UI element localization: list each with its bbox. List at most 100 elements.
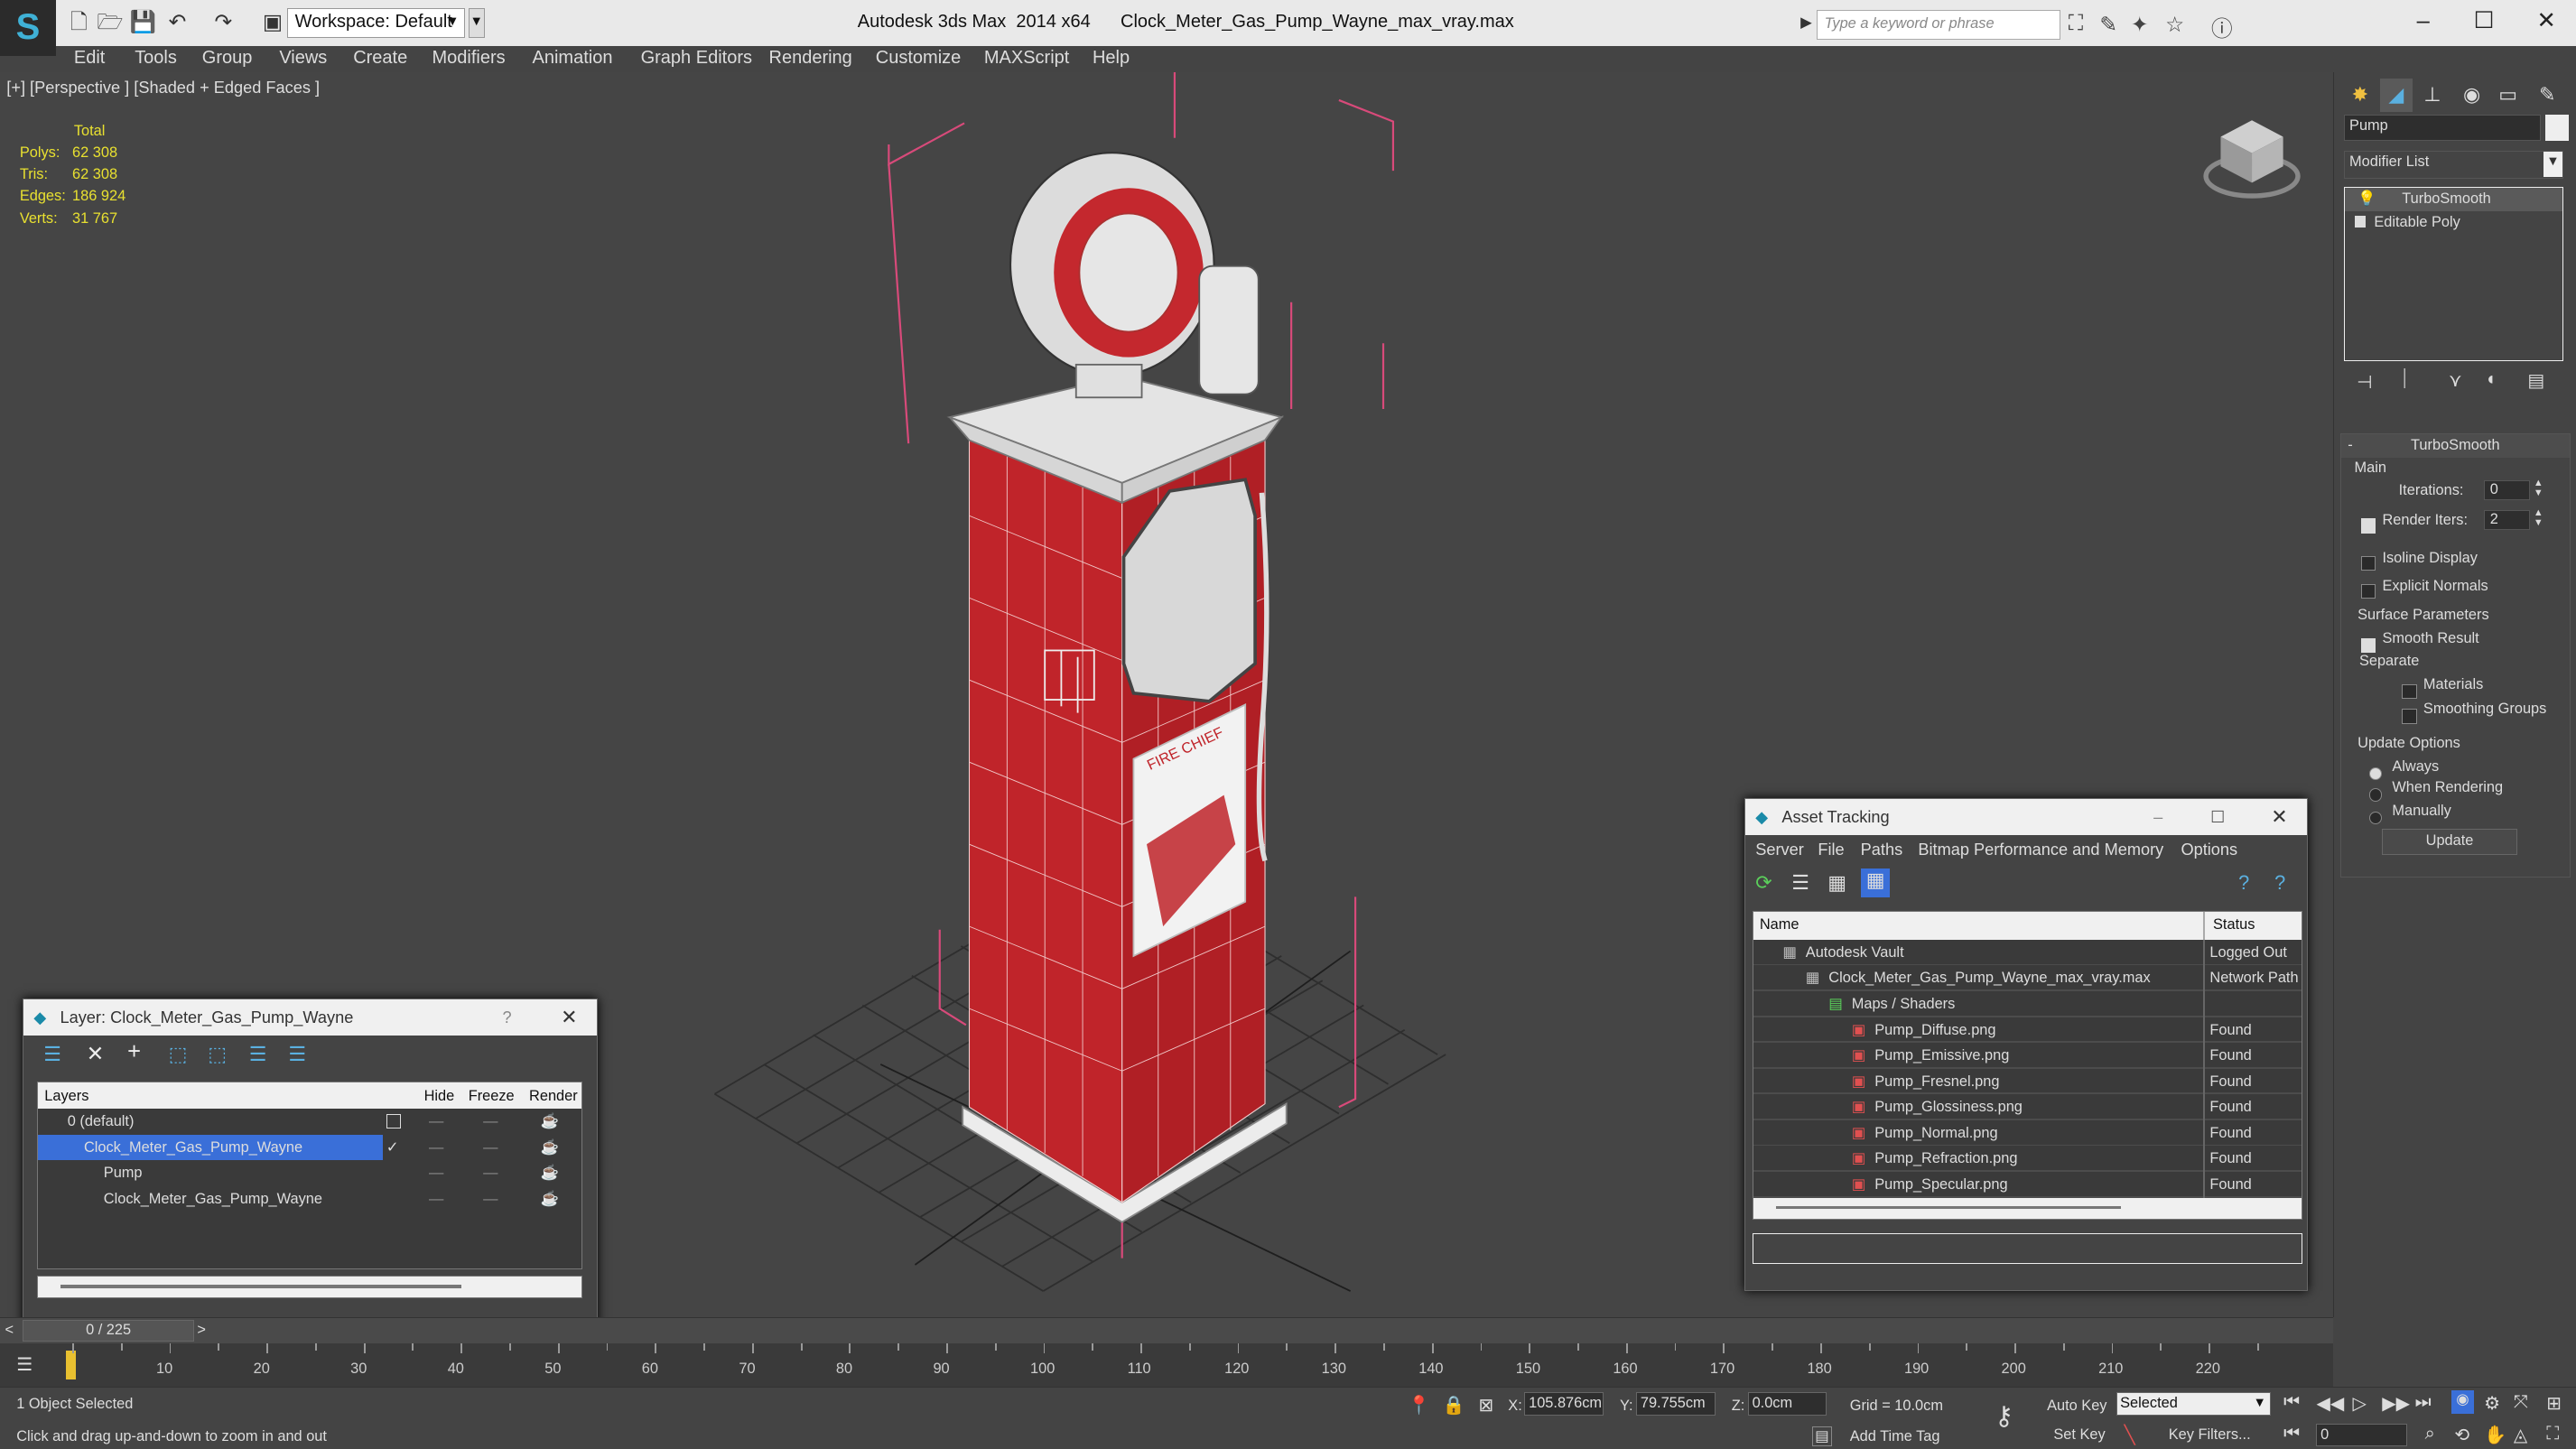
render-teapot-icon[interactable]: ☕ [541, 1160, 559, 1186]
field-of-view-icon[interactable]: ◬ [2514, 1424, 2527, 1446]
render-teapot-icon[interactable]: ☕ [541, 1186, 559, 1212]
smoothing-groups-checkbox[interactable] [2402, 701, 2417, 730]
modifier-list-dropdown[interactable]: Modifier List ▼ [2343, 151, 2564, 180]
close-icon[interactable]: ✕ [561, 999, 577, 1036]
pan-icon[interactable]: ✋ [2484, 1424, 2506, 1446]
asset-path-field[interactable] [1752, 1232, 2303, 1265]
layer-dialog-titlebar[interactable]: ◆ Layer: Clock_Meter_Gas_Pump_Wayne ? ✕ [23, 999, 598, 1036]
auto-key-button[interactable]: Auto Key [2047, 1398, 2106, 1415]
menu-maxscript[interactable]: MAXScript [984, 48, 1069, 69]
asset-row[interactable]: ▦ Autodesk Vault Logged Out [1753, 940, 2302, 966]
asset-row[interactable]: ▣ Pump_Glossiness.png Found [1753, 1094, 2302, 1120]
z-coordinate-field[interactable]: 0.0cm [1747, 1392, 1827, 1416]
horizontal-scrollbar[interactable] [37, 1275, 583, 1299]
set-key-button[interactable]: Set Key [2053, 1426, 2105, 1444]
hide-toggle[interactable]: — [429, 1160, 443, 1186]
help-icon[interactable]: ? [2238, 871, 2249, 895]
goto-start-icon[interactable]: ⏮ [2283, 1392, 2300, 1413]
subscription-icon[interactable]: ✎ [2099, 12, 2117, 38]
scrollbar-thumb[interactable] [60, 1285, 462, 1288]
col-status[interactable]: Status [2213, 916, 2255, 933]
highlight-layer-icon[interactable]: ⬚ [208, 1043, 227, 1066]
object-name-field[interactable]: Pump [2343, 115, 2541, 142]
redo-icon[interactable]: ↷ [210, 10, 237, 36]
table-view-icon[interactable]: ▦ [1860, 868, 1891, 898]
freeze-toggle[interactable]: — [483, 1135, 498, 1161]
remove-modifier-icon[interactable]: ◖ [2485, 369, 2496, 390]
render-teapot-icon[interactable]: ☕ [541, 1109, 559, 1135]
prev-frame-arrow-icon[interactable]: < [5, 1322, 14, 1339]
save-icon[interactable]: 💾 [130, 10, 156, 36]
asset-tracking-dialog[interactable]: ◆ Asset Tracking – ☐ ✕ Server File Paths… [1744, 798, 2309, 1292]
menu-graph-editors[interactable]: Graph Editors [641, 48, 752, 69]
key-mode-icon[interactable]: ◉ [2450, 1390, 2475, 1414]
time-slider-thumb[interactable]: 0 / 225 [23, 1320, 194, 1342]
communication-icon[interactable]: ✦ [2131, 12, 2149, 38]
asset-tracking-titlebar[interactable]: ◆ Asset Tracking – ☐ ✕ [1745, 799, 2308, 836]
layer-row[interactable]: Clock_Meter_Gas_Pump_Wayne — — ☕ [38, 1186, 581, 1212]
asset-row[interactable]: ▤ Maps / Shaders [1753, 991, 2302, 1017]
zoom-icon[interactable]: ⌕ [2425, 1424, 2435, 1444]
maximize-viewport-icon[interactable]: ⛶ [2546, 1424, 2559, 1444]
menu-bitmap-performance[interactable]: Bitmap Performance and Memory [1918, 841, 2163, 859]
col-hide[interactable]: Hide [424, 1088, 455, 1105]
make-unique-icon[interactable]: ⋎ [2449, 369, 2462, 392]
create-tab-icon[interactable]: ✸ [2344, 79, 2376, 111]
col-render[interactable]: Render [529, 1088, 578, 1105]
key-filters-button[interactable]: Key Filters... [2169, 1426, 2251, 1444]
app-logo-icon[interactable]: S [0, 0, 56, 56]
asset-row[interactable]: ▣ Pump_Refraction.png Found [1753, 1146, 2302, 1172]
time-config-icon[interactable]: ⚙ [2484, 1392, 2500, 1415]
menu-create[interactable]: Create [353, 48, 407, 69]
hierarchy-tab-icon[interactable]: ⊥ [2416, 79, 2449, 111]
goto-end-icon[interactable]: ⏭ [2415, 1392, 2432, 1413]
set-key-mode-icon[interactable]: ⚷ [1995, 1400, 2013, 1432]
close-window-button[interactable]: ✕ [2514, 5, 2576, 37]
menu-rendering[interactable]: Rendering [769, 48, 852, 69]
menu-options[interactable]: Options [2181, 841, 2237, 859]
isolate-pin-icon[interactable]: 📍 [1408, 1394, 1430, 1416]
iterations-spinner[interactable]: 0 [2484, 480, 2531, 501]
spinner-arrows-icon[interactable]: ▲ ▼ [2534, 478, 2543, 498]
perspective-viewport[interactable]: [+] [Perspective ] [Shaded + Edged Faces… [0, 72, 2333, 1318]
object-color-swatch[interactable] [2545, 115, 2569, 142]
hide-all-icon[interactable]: ☰ [249, 1043, 267, 1066]
maximize-button[interactable]: ☐ [2451, 5, 2517, 37]
col-name[interactable]: Name [1760, 916, 1799, 933]
configure-sets-icon[interactable]: ▤ [2527, 369, 2544, 392]
col-freeze[interactable]: Freeze [469, 1088, 515, 1105]
thumbnail-view-icon[interactable]: ▦ [1827, 871, 1846, 895]
zoom-all-icon[interactable]: ⊞ [2546, 1392, 2562, 1415]
layer-list[interactable]: Layers Hide Freeze Render 0 (default) — … [37, 1082, 583, 1269]
project-folder-icon[interactable]: ▣ [259, 10, 285, 36]
checkmark-icon[interactable]: ✓ [386, 1135, 399, 1161]
horizontal-scrollbar[interactable] [1753, 1197, 2302, 1220]
delete-layer-icon[interactable]: ✕ [87, 1041, 105, 1067]
y-coordinate-field[interactable]: 79.755cm [1636, 1392, 1716, 1416]
next-frame-icon[interactable]: ▶▶ [2382, 1392, 2410, 1415]
viewcube-icon[interactable] [2198, 114, 2306, 206]
minimize-button[interactable]: – [2390, 5, 2456, 37]
modifier-stack[interactable]: 💡 TurboSmooth Editable Poly [2343, 187, 2564, 362]
motion-tab-icon[interactable]: ◉ [2455, 79, 2488, 111]
menu-server[interactable]: Server [1755, 841, 1804, 859]
lightbulb-icon[interactable]: 💡 [2357, 188, 2376, 210]
undo-icon[interactable]: ↶ [164, 10, 191, 36]
show-end-result-icon[interactable]: ⏐ [2399, 369, 2409, 390]
select-objects-icon[interactable]: ⬚ [169, 1043, 188, 1066]
render-teapot-icon[interactable]: ☕ [541, 1135, 559, 1161]
menu-group[interactable]: Group [202, 48, 253, 69]
layer-dialog[interactable]: ◆ Layer: Clock_Meter_Gas_Pump_Wayne ? ✕ … [23, 999, 599, 1318]
workspace-dropdown[interactable]: Workspace: Default ▼ [287, 8, 465, 38]
current-layer-box[interactable] [386, 1113, 402, 1129]
layer-row[interactable]: 0 (default) — — ☕ [38, 1109, 581, 1135]
next-frame-arrow-icon[interactable]: > [197, 1322, 206, 1339]
update-button[interactable]: Update [2382, 829, 2517, 856]
hide-toggle[interactable]: — [429, 1135, 443, 1161]
zoom-extents-icon[interactable]: ⤧ [2514, 1392, 2528, 1413]
render-iters-spinner[interactable]: 2 [2484, 510, 2531, 530]
stack-item-editable-poly[interactable]: Editable Poly [2345, 211, 2563, 234]
stack-item-turbosmooth[interactable]: 💡 TurboSmooth [2344, 188, 2563, 211]
search-input[interactable]: Type a keyword or phrase [1817, 9, 2060, 40]
asset-row[interactable]: ▣ Pump_Normal.png Found [1753, 1120, 2302, 1147]
